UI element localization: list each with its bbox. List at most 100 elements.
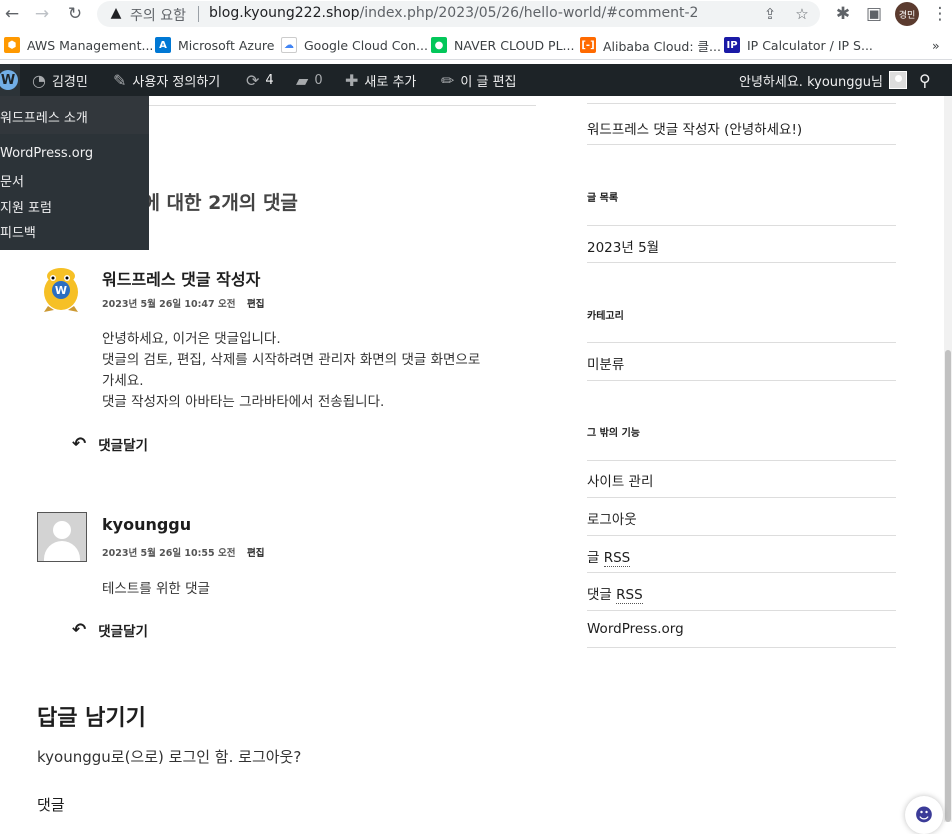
- comments-menu[interactable]: ▰ 0: [296, 64, 323, 96]
- pencil-icon: ✏: [441, 70, 455, 90]
- greeting-label: 안녕하세요. kyounggu님: [739, 74, 883, 90]
- warning-icon[interactable]: ▲: [107, 4, 125, 22]
- wordpress-org-menu-link[interactable]: WordPress.org: [0, 146, 93, 161]
- reply-link[interactable]: ↶ 댓글달기: [72, 434, 148, 454]
- google-cloud-icon: ☁: [281, 37, 297, 53]
- plus-icon: ✚: [345, 70, 359, 90]
- bookmark-google-cloud[interactable]: ☁ Google Cloud Con...: [281, 36, 428, 54]
- site-name-menu[interactable]: ◔ 김경민: [32, 64, 88, 96]
- sidebar-divider: [587, 647, 896, 648]
- comment-author[interactable]: kyounggu: [102, 515, 191, 534]
- bookmark-label: NAVER CLOUD PL...: [454, 37, 575, 53]
- back-icon[interactable]: ←: [0, 2, 24, 26]
- url-text[interactable]: blog.kyoung222.shop/index.php/2023/05/26…: [209, 5, 698, 21]
- comments-count: 0: [314, 72, 323, 88]
- comment-date[interactable]: 2023년 5월 26일 10:55 오전: [102, 545, 235, 559]
- updates-menu[interactable]: ⟳ 4: [246, 64, 274, 96]
- bookmark-label: AWS Management...: [27, 37, 154, 53]
- archive-link[interactable]: 2023년 5월: [587, 236, 659, 256]
- new-content-label: 새로 추가: [364, 74, 417, 90]
- comment-bubble-icon: ▰: [296, 70, 309, 90]
- reply-arrow-icon: ↶: [72, 620, 87, 640]
- wp-logo-dropdown: 워드프레스 소개 WordPress.org 문서 지원 포럼 피드백: [0, 96, 149, 250]
- comment-edit-link[interactable]: 편집: [247, 296, 264, 310]
- logout-link[interactable]: 로그아웃: [587, 508, 637, 528]
- archives-heading: 글 목록: [587, 193, 619, 204]
- sidebar-divider: [587, 535, 896, 536]
- comments-rss-link[interactable]: 댓글 RSS: [587, 583, 643, 604]
- recent-comment-link[interactable]: 워드프레스 댓글 작성자 (안녕하세요!): [587, 118, 802, 138]
- side-panel-icon[interactable]: ▣: [862, 2, 886, 26]
- my-account-menu[interactable]: 안녕하세요. kyounggu님: [739, 64, 907, 96]
- wp-logo-menu[interactable]: W: [0, 64, 20, 96]
- address-bar[interactable]: ▲ 주의 요함 blog.kyoung222.shop/index.php/20…: [97, 1, 820, 27]
- wordpress-org-link[interactable]: WordPress.org: [587, 621, 684, 637]
- svg-text:W: W: [55, 284, 67, 297]
- customize-menu[interactable]: ✎ 사용자 정의하기: [113, 64, 220, 96]
- sidebar-divider: [587, 342, 896, 343]
- bookmark-alibaba[interactable]: [-] Alibaba Cloud: 클...: [580, 36, 721, 54]
- comment-field-label: 댓글: [37, 796, 65, 814]
- bookmark-label: Alibaba Cloud: 클...: [603, 38, 721, 54]
- profile-avatar[interactable]: 경민: [895, 2, 919, 26]
- bookmark-ip-calculator[interactable]: IP IP Calculator / IP S...: [724, 36, 873, 54]
- wp-about-section: 워드프레스 소개: [0, 96, 149, 134]
- sidebar-divider: [587, 460, 896, 461]
- default-avatar: [37, 512, 87, 562]
- comment-text-line: 테스트를 위한 댓글: [102, 581, 210, 597]
- about-wordpress-link[interactable]: 워드프레스 소개: [0, 107, 88, 126]
- sidebar-divider: [587, 572, 896, 573]
- category-link[interactable]: 미분류: [587, 353, 624, 373]
- post-divider: [108, 105, 536, 106]
- comment-author[interactable]: 워드프레스 댓글 작성자: [102, 266, 260, 290]
- new-content-menu[interactable]: ✚ 새로 추가: [345, 64, 416, 96]
- dashboard-icon: ◔: [32, 70, 46, 90]
- comment-date[interactable]: 2023년 5월 26일 10:47 오전: [102, 296, 235, 310]
- bookmark-label: Microsoft Azure: [178, 37, 275, 53]
- meta-heading: 그 밖의 기능: [587, 428, 640, 439]
- bookmark-star-icon[interactable]: ☆: [792, 4, 812, 24]
- reload-icon[interactable]: ↻: [63, 2, 87, 26]
- comment-text-line: 댓글의 검토, 편집, 삭제를 시작하려면 관리자 화면의 댓글 화면으로: [102, 352, 481, 368]
- ip-calculator-icon: IP: [724, 37, 740, 53]
- edit-post-menu[interactable]: ✏ 이 글 편집: [441, 64, 517, 96]
- bookmark-azure[interactable]: A Microsoft Azure: [155, 36, 274, 54]
- url-host: blog.kyoung222.shop: [209, 5, 360, 21]
- bookmark-aws[interactable]: ⬢ AWS Management...: [4, 36, 153, 54]
- scrollbar-thumb[interactable]: [945, 350, 951, 822]
- share-icon[interactable]: ⇪: [760, 4, 780, 24]
- naver-cloud-icon: ●: [431, 37, 447, 53]
- site-admin-link[interactable]: 사이트 관리: [587, 470, 653, 490]
- sidebar-divider: [587, 144, 896, 145]
- comments-title: ”에 대한 2개의 댓글: [130, 192, 298, 214]
- logged-in-as[interactable]: kyounggu로(으로) 로그인 함. 로그아웃?: [37, 746, 301, 767]
- forward-icon[interactable]: →: [30, 2, 54, 26]
- wordpress-logo-icon: W: [0, 70, 18, 90]
- bookmark-label: Google Cloud Con...: [304, 37, 428, 53]
- rss-abbr: RSS: [616, 587, 643, 604]
- menu-icon[interactable]: ⋮: [928, 2, 952, 26]
- wp-admin-bar: W ◔ 김경민 ✎ 사용자 정의하기 ⟳ 4 ▰ 0 ✚ 새로 추가 ✏ 이 글…: [0, 64, 952, 96]
- rss-abbr: RSS: [603, 550, 631, 567]
- wapuu-avatar: W: [44, 268, 78, 312]
- aws-icon: ⬢: [4, 37, 20, 53]
- documentation-link[interactable]: 문서: [0, 171, 24, 190]
- updates-icon: ⟳: [246, 70, 260, 90]
- comment-text-line: 댓글 작성자의 아바타는 그라바타에서 전송됩니다.: [102, 394, 385, 410]
- site-name-label: 김경민: [51, 74, 88, 90]
- sidebar-divider: [587, 497, 896, 498]
- security-label[interactable]: 주의 요함: [130, 5, 186, 25]
- search-icon: ⚲: [919, 70, 931, 90]
- bookmark-naver-cloud[interactable]: ● NAVER CLOUD PL...: [431, 36, 574, 54]
- entries-rss-link[interactable]: 글 RSS: [587, 546, 631, 567]
- more-bookmarks-button[interactable]: »: [932, 36, 940, 54]
- extensions-icon[interactable]: ✱: [831, 2, 855, 26]
- feedback-link[interactable]: 피드백: [0, 222, 36, 241]
- sidebar-divider: [587, 380, 896, 381]
- azure-icon: A: [155, 37, 171, 53]
- chat-bot-icon[interactable]: ☻: [905, 796, 943, 834]
- admin-search-button[interactable]: ⚲: [919, 64, 931, 96]
- comment-edit-link[interactable]: 편집: [247, 545, 264, 559]
- support-forum-link[interactable]: 지원 포럼: [0, 197, 52, 216]
- reply-link[interactable]: ↶ 댓글달기: [72, 620, 148, 640]
